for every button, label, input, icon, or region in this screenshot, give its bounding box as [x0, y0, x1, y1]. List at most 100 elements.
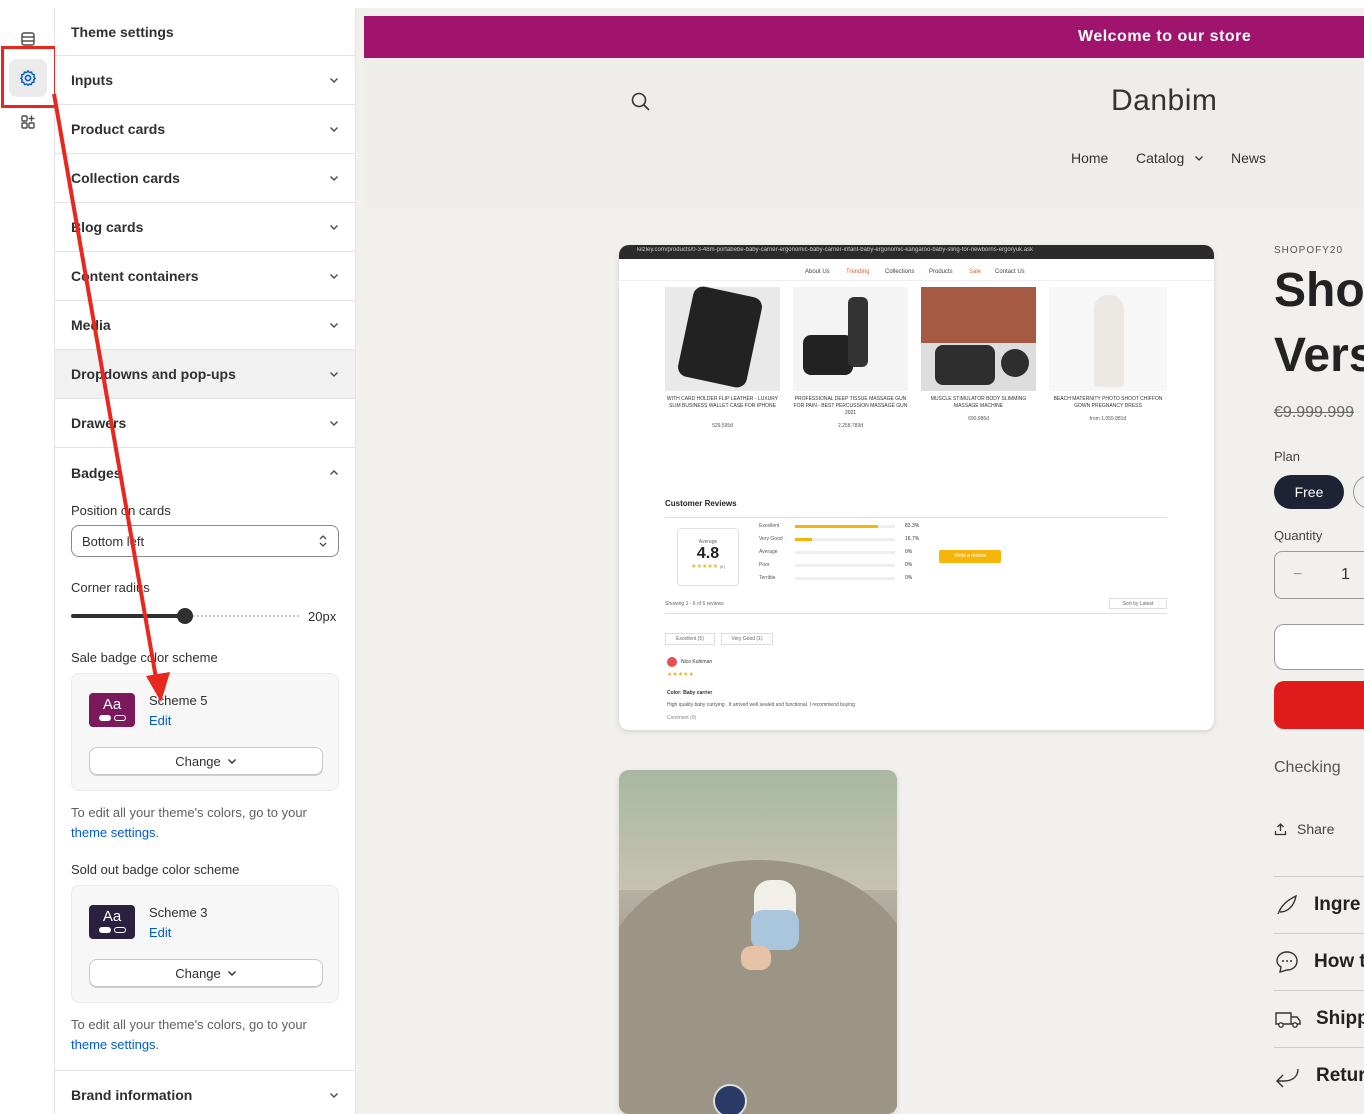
help-suffix: .	[155, 825, 160, 840]
store-logo[interactable]: Danbim	[1111, 84, 1217, 118]
divider	[665, 517, 1167, 518]
share-button[interactable]: Share	[1274, 821, 1334, 837]
section-media[interactable]: Media	[55, 301, 355, 350]
change-scheme-button[interactable]: Change	[89, 747, 323, 775]
sort-select[interactable]: Sort by Latest	[1109, 598, 1167, 609]
section-brand-information[interactable]: Brand information	[55, 1070, 355, 1114]
swatch-pill	[99, 927, 111, 933]
product-price: 529,595đ	[712, 423, 733, 429]
section-blog-cards[interactable]: Blog cards	[55, 203, 355, 252]
announcement-text: Welcome to our store	[1078, 28, 1252, 45]
section-inputs[interactable]: Inputs	[55, 56, 355, 105]
help-text: To edit all your theme's colors, go to y…	[71, 805, 307, 820]
section-label: Content containers	[71, 268, 199, 284]
product-thumb-maternity-dress	[1049, 287, 1167, 391]
rating-row-fill	[795, 525, 879, 528]
quantity-value[interactable]: 1	[1341, 566, 1350, 584]
product-thumb-stimulator	[921, 287, 1036, 391]
theme-settings-link[interactable]: theme settings	[71, 825, 156, 840]
rating-row-bar	[795, 564, 895, 567]
search-icon[interactable]	[630, 91, 652, 113]
scheme-edit-link[interactable]: Edit	[149, 925, 171, 940]
share-icon	[1274, 822, 1287, 835]
store-preview: Welcome to our store Danbim Home Catalog…	[356, 8, 1364, 1114]
review-count: (6)	[719, 564, 725, 569]
add-to-cart-button[interactable]	[1274, 624, 1364, 670]
plan-free-button[interactable]: Free	[1274, 475, 1344, 509]
site-nav-item: About Us	[805, 269, 830, 275]
swatch-pill	[114, 715, 126, 721]
product-title-line1: Sho	[1274, 264, 1364, 317]
accordion-returns[interactable]: Retur	[1274, 1047, 1364, 1104]
reviewer-name: Nico Kuhiman	[681, 659, 713, 665]
section-product-cards[interactable]: Product cards	[55, 105, 355, 154]
swatch-text: Aa	[102, 908, 122, 925]
filter-chip[interactable]: Excellent (5)	[665, 633, 715, 645]
accordion-label: How t	[1314, 951, 1364, 972]
help-text: To edit all your theme's colors, go to y…	[71, 1017, 307, 1032]
reviews-showing: Showing 1 - 6 of 6 reviews	[665, 601, 724, 607]
position-select[interactable]: Bottom left	[71, 525, 339, 557]
chevron-down-icon	[227, 971, 236, 976]
highlight-annotation-box	[1, 46, 57, 108]
filter-chip[interactable]: Very Good (1)	[721, 633, 773, 645]
section-content-containers[interactable]: Content containers	[55, 252, 355, 301]
accordion-how-to[interactable]: How t	[1274, 933, 1364, 990]
reviews-title: Customer Reviews	[665, 499, 737, 508]
scheme-name: Scheme 5	[149, 693, 208, 708]
accordion-label: Retur	[1316, 1065, 1364, 1086]
corner-radius-slider[interactable]: 20px	[71, 605, 339, 627]
product-title: BEACH MATERNITY PHOTO SHOOT CHIFFON GOWN…	[1053, 396, 1163, 409]
average-stars: ★★★★★ (6)	[691, 564, 725, 570]
nav-home[interactable]: Home	[1071, 150, 1108, 166]
quantity-stepper[interactable]: − 1	[1274, 551, 1364, 599]
rating-row-percent: 83.3%	[905, 523, 920, 529]
review-variant: Color: Baby carrier	[667, 690, 713, 696]
review-text: High quality baby carrying . It arrived …	[667, 702, 855, 708]
section-label: Drawers	[71, 415, 127, 431]
chevron-down-icon	[330, 78, 338, 83]
product-media-photo[interactable]	[619, 770, 897, 1114]
sale-badge-label: Sale badge color scheme	[71, 650, 218, 665]
product-media-screenshot[interactable]: kilzley.com/products/0-3-48m-portabebe-b…	[619, 245, 1214, 730]
buy-now-button[interactable]	[1274, 681, 1364, 729]
section-drawers[interactable]: Drawers	[55, 399, 355, 448]
app-blocks-icon[interactable]	[9, 103, 47, 141]
chevron-down-icon	[330, 323, 338, 328]
change-scheme-button[interactable]: Change	[89, 959, 323, 987]
rating-row-bar	[795, 551, 895, 554]
theme-settings-panel: Theme settings Inputs Product cards Coll…	[55, 8, 356, 1114]
swatch-text: Aa	[102, 696, 122, 713]
review-comment: Comment (0)	[667, 715, 697, 721]
chevron-down-icon	[330, 274, 338, 279]
scheme-swatch: Aa	[89, 905, 135, 939]
nav-news[interactable]: News	[1231, 150, 1266, 166]
write-review-button[interactable]: Write a review	[939, 550, 1001, 563]
accordion-ingredients[interactable]: Ingre	[1274, 876, 1364, 933]
plan-option-button[interactable]	[1353, 475, 1364, 509]
site-nav-item: Contact Us	[995, 269, 1025, 275]
average-rating-box: Average 4.8 ★★★★★ (6)	[677, 528, 739, 586]
chevron-down-icon	[330, 372, 338, 377]
divider	[665, 613, 1167, 614]
section-badges[interactable]: Badges	[55, 448, 355, 497]
slider-track[interactable]	[71, 608, 299, 624]
chevron-down-icon	[330, 1092, 338, 1098]
section-label: Dropdowns and pop-ups	[71, 366, 236, 382]
nav-catalog[interactable]: Catalog	[1136, 150, 1204, 166]
slider-thumb[interactable]	[177, 608, 193, 624]
scheme-swatch: Aa	[89, 693, 135, 727]
quantity-minus[interactable]: −	[1293, 566, 1302, 584]
rating-row-percent: 0%	[905, 575, 913, 581]
chevron-down-icon	[330, 225, 338, 230]
corner-radius-label: Corner radius	[71, 580, 150, 595]
accordion-shipping[interactable]: Shipp	[1274, 990, 1364, 1047]
slider-rest	[185, 615, 299, 617]
product-thumb-phone-case	[665, 284, 780, 391]
section-dropdowns-popups[interactable]: Dropdowns and pop-ups	[55, 350, 355, 399]
scheme-edit-link[interactable]: Edit	[149, 713, 171, 728]
theme-settings-link[interactable]: theme settings	[71, 1037, 156, 1052]
section-collection-cards[interactable]: Collection cards	[55, 154, 355, 203]
site-nav-item: Collections	[885, 269, 915, 275]
sold-out-badge-label: Sold out badge color scheme	[71, 862, 240, 877]
